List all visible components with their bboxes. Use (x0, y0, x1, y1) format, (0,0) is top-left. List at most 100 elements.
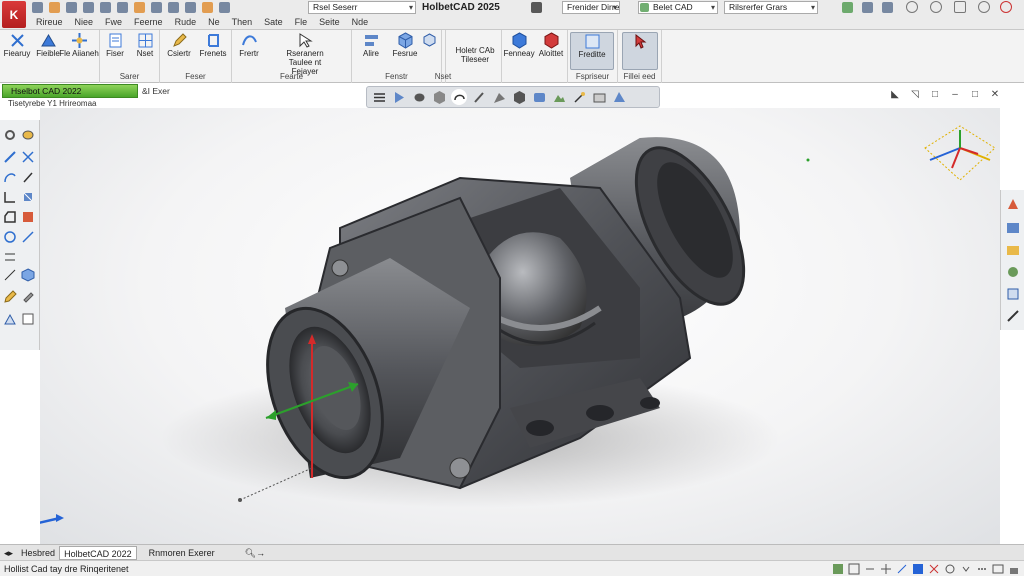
trim-icon[interactable] (3, 268, 17, 282)
select-icon[interactable] (134, 2, 145, 13)
options-icon[interactable] (168, 2, 179, 13)
restore-icon[interactable]: □ (928, 88, 942, 102)
close-button[interactable] (978, 1, 990, 13)
view-icon[interactable] (185, 2, 196, 13)
settings-icon[interactable] (862, 2, 873, 13)
grid-icon[interactable] (848, 563, 860, 575)
view-cube-button[interactable] (414, 32, 444, 49)
3d-model[interactable] (40, 108, 1000, 544)
extrude-icon[interactable] (21, 290, 35, 304)
tab-motion-study[interactable]: Rnmoren Exerer (145, 546, 219, 560)
next-tool-button[interactable]: Nset (130, 32, 160, 58)
dropdown-icon[interactable] (960, 563, 972, 575)
finish-tool-button[interactable]: Fenneay (503, 32, 535, 58)
app-logo[interactable]: K (2, 1, 26, 28)
holetr-tool-button[interactable]: Holetr CAb Tileseer (450, 32, 500, 64)
view-triad[interactable] (924, 125, 996, 181)
configuration-dropdown[interactable]: Frenider Dirre (562, 1, 620, 14)
file-block-button[interactable] (622, 32, 658, 70)
file-tool-button[interactable]: Fle Aiianeh (59, 32, 99, 58)
appearances-icon[interactable] (1005, 286, 1021, 302)
minimize-button[interactable] (930, 1, 942, 13)
camera-icon[interactable] (591, 89, 607, 105)
undo-icon[interactable] (100, 2, 111, 13)
pencil-icon[interactable] (3, 290, 17, 304)
menu-item[interactable]: Feerne (128, 15, 169, 29)
note-icon[interactable] (21, 312, 35, 326)
diagonal-icon[interactable] (21, 230, 35, 244)
tab-holbetcad[interactable]: HolbetCAD 2022 (59, 545, 137, 560)
maximize-icon[interactable]: □ (968, 88, 982, 102)
menu-item[interactable]: Rude (169, 15, 203, 29)
close-window-button[interactable] (1000, 1, 1012, 13)
measure-icon[interactable] (3, 312, 17, 326)
help-button[interactable] (906, 1, 918, 13)
frames-tool-button[interactable]: Frenets (198, 32, 228, 58)
corner-icon[interactable] (3, 190, 17, 204)
display-dropdown[interactable]: Rilsrerfer Grars (724, 1, 818, 14)
loop-icon[interactable] (3, 230, 17, 244)
custom-properties-icon[interactable] (1005, 308, 1021, 324)
insert-tool-button[interactable]: Fiser (100, 32, 130, 58)
document-tab[interactable]: Hselbot CAD 2022 (2, 84, 138, 98)
ellipsis-icon[interactable] (976, 563, 988, 575)
pen-icon[interactable] (471, 89, 487, 105)
hide-show-icon[interactable] (531, 89, 547, 105)
save-icon[interactable] (66, 2, 77, 13)
color-icon[interactable] (912, 563, 924, 575)
menu-item[interactable]: Then (226, 15, 259, 29)
rectangle-icon[interactable] (3, 210, 17, 224)
zoom-fit-icon[interactable] (391, 89, 407, 105)
menu-item[interactable]: Rireue (30, 15, 69, 29)
expand-icon[interactable]: ◣ (888, 88, 902, 102)
search-icon[interactable]: 🔍︎→ (241, 546, 269, 560)
cancel-icon[interactable] (928, 563, 940, 575)
menu-item[interactable]: Nde (346, 15, 375, 29)
freeform-tool-button[interactable]: Frertr (234, 32, 264, 58)
file-explorer-icon[interactable] (1005, 242, 1021, 258)
edit-appearance-icon[interactable] (491, 89, 507, 105)
link-icon[interactable] (944, 563, 956, 575)
slash-icon[interactable] (21, 170, 35, 184)
menu-item[interactable]: Sate (258, 15, 289, 29)
menu-item[interactable]: Seite (313, 15, 346, 29)
scene-icon[interactable] (551, 89, 567, 105)
gear-icon[interactable] (3, 128, 17, 142)
window-icon[interactable] (992, 563, 1004, 575)
tab-model[interactable]: Hesbred (17, 546, 59, 560)
lasso-icon[interactable] (21, 128, 35, 142)
design-library-icon[interactable] (1005, 220, 1021, 236)
gear-icon[interactable] (882, 2, 893, 13)
layout-icon[interactable] (842, 2, 853, 13)
predict-tool-button[interactable]: Freditte (570, 32, 614, 70)
part-dropdown[interactable]: Belet CAD (638, 1, 718, 14)
ai-icon[interactable] (531, 2, 542, 13)
close-icon[interactable]: ✕ (988, 88, 1002, 102)
render-icon[interactable] (611, 89, 627, 105)
minimize-icon[interactable]: – (948, 88, 962, 102)
arrow-icon[interactable] (864, 563, 876, 575)
reference-tool-button[interactable]: Rseranern Taulee nt Fejayer (276, 32, 334, 76)
view-orientation-icon[interactable] (431, 89, 447, 105)
sketch-icon[interactable] (202, 2, 213, 13)
cross-icon[interactable] (21, 150, 35, 164)
solid-icon[interactable] (21, 268, 35, 282)
arc-icon[interactable] (3, 170, 17, 184)
menu-icon[interactable] (371, 89, 387, 105)
lock-icon[interactable] (1008, 563, 1020, 575)
redo-icon[interactable] (117, 2, 128, 13)
line-icon[interactable] (3, 150, 17, 164)
new-file-icon[interactable] (32, 2, 43, 13)
view-palette-icon[interactable] (1005, 264, 1021, 280)
section-view-icon[interactable] (411, 89, 427, 105)
feature-tool-button[interactable]: Fiearuy (2, 32, 32, 58)
triad-icon[interactable] (896, 563, 908, 575)
align-tool-button[interactable]: Alire (356, 32, 386, 58)
collapse-icon[interactable]: ◹ (908, 88, 922, 102)
layout-icon[interactable] (832, 563, 844, 575)
resources-icon[interactable] (1005, 196, 1021, 212)
open-file-icon[interactable] (49, 2, 60, 13)
shape-icon[interactable] (21, 210, 35, 224)
rebuild-icon[interactable] (151, 2, 162, 13)
plus-icon[interactable] (880, 563, 892, 575)
